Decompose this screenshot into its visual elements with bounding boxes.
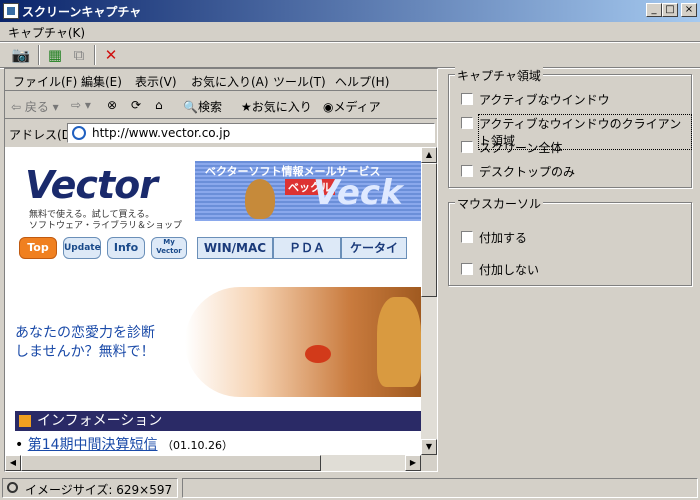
desktop-only-checkbox[interactable] — [461, 165, 473, 177]
browser-back: ⇦ 戻る ▾ — [11, 100, 59, 114]
nav-update: Update — [63, 237, 101, 259]
menu-separator — [0, 41, 700, 43]
site-tagline-sub: ソフトウェア・ライブラリ＆ショップ — [29, 221, 183, 231]
browser-refresh-icon: ⟳ — [131, 98, 142, 112]
camera-icon[interactable]: 📷 — [10, 45, 32, 65]
image-size-text: イメージサイズ: 629×597 — [25, 483, 173, 497]
active-window-label[interactable]: アクティブなウインドウ — [479, 91, 610, 108]
window-title: スクリーンキャプチャ — [22, 5, 142, 19]
info-title: インフォメーション — [37, 413, 163, 429]
scroll-left-button[interactable]: ◀ — [5, 455, 21, 471]
menu-bar: キャプチャ(K) — [0, 22, 700, 40]
browser-search: 🔍検索 — [183, 100, 222, 114]
client-area-checkbox[interactable] — [461, 117, 473, 129]
nav-my-vector: My Vector — [151, 237, 187, 259]
site-logo: Vector — [25, 163, 158, 207]
browser-menu-bar: ファイル(F) 編集(E) 表示(V) お気に入り(A) ツール(T) ヘルプ(… — [5, 69, 437, 91]
window-capture-icon[interactable]: ⧉ — [68, 45, 90, 65]
mascot-cat-icon-large — [377, 297, 421, 387]
browser-menu-view: 表示(V) — [135, 75, 177, 89]
browser-forward: ⇨ ▾ — [71, 98, 91, 112]
include-cursor-checkbox[interactable] — [461, 231, 473, 243]
nav-info: Info — [107, 237, 145, 259]
mail-service-banner: ベクターソフト情報メールサービス ベックル Veck — [195, 161, 421, 221]
close-button[interactable]: × — [681, 3, 697, 17]
mouse-cursor-title: マウスカーソル — [455, 195, 544, 212]
status-image-size-pane: イメージサイズ: 629×597 — [2, 478, 178, 498]
tab-win-mac: WIN/MAC — [197, 237, 273, 259]
preview-vertical-scrollbar[interactable]: ▲ ▼ — [421, 147, 437, 455]
promo-text-line1: あなたの恋愛力を診断 — [15, 325, 155, 341]
vertical-scroll-thumb[interactable] — [421, 163, 437, 297]
info-header: インフォメーション — [15, 411, 421, 431]
browser-favorites: ★お気に入り — [241, 100, 312, 114]
news-date: （01.10.26） — [162, 439, 233, 452]
magnifier-icon — [7, 482, 18, 493]
capture-area-group: キャプチャ領域 アクティブなウインドウ アクティブなウインドウのクライアント領域… — [448, 67, 692, 188]
globe-icon — [72, 126, 86, 140]
browser-address-bar: アドレス(D) http://www.vector.co.jp — [5, 121, 437, 145]
title-bar: スクリーンキャプチャ _ □ × — [0, 0, 700, 22]
exclude-cursor-label[interactable]: 付加しない — [479, 261, 539, 278]
preview-horizontal-scrollbar[interactable]: ◀ ▶ — [5, 455, 421, 471]
address-field: http://www.vector.co.jp — [67, 123, 435, 143]
tab-pda: ＰＤＡ — [273, 237, 341, 259]
capture-preview[interactable]: ファイル(F) 編集(E) 表示(V) お気に入り(A) ツール(T) ヘルプ(… — [4, 68, 438, 472]
full-screen-checkbox[interactable] — [461, 141, 473, 153]
browser-menu-file: ファイル(F) — [13, 75, 78, 89]
banner-logo: Veck — [313, 173, 403, 213]
exclude-cursor-checkbox[interactable] — [461, 263, 473, 275]
browser-menu-favorites: お気に入り(A) — [191, 75, 269, 89]
nav-top: Top — [19, 237, 57, 259]
minimize-button[interactable]: _ — [646, 3, 662, 17]
maximize-button[interactable]: □ — [662, 3, 678, 17]
browser-stop-icon: ⊗ — [107, 98, 118, 112]
address-url: http://www.vector.co.jp — [92, 126, 231, 140]
browser-toolbar: ⇦ 戻る ▾ ⇨ ▾ ⊗ ⟳ ⌂ 🔍検索 ★お気に入り ◉メディア — [5, 93, 437, 119]
app-icon — [3, 3, 19, 19]
browser-menu-tools: ツール(T) — [273, 75, 326, 89]
web-content: Vector 無料で使える。試して買える。 ソフトウェア・ライブラリ＆ショップ … — [5, 147, 421, 455]
browser-home-icon: ⌂ — [155, 98, 163, 112]
horizontal-scroll-thumb[interactable] — [21, 455, 321, 471]
status-bar: イメージサイズ: 629×597 — [0, 476, 700, 500]
browser-menu-edit: 編集(E) — [81, 75, 122, 89]
toolbar-separator — [38, 45, 40, 65]
promo-text-line2: しませんか？無料で！ — [15, 344, 155, 360]
scroll-up-button[interactable]: ▲ — [421, 147, 437, 163]
active-window-checkbox[interactable] — [461, 93, 473, 105]
mascot-cat-icon — [245, 179, 275, 219]
news-item: • 第14期中間決算短信 （01.10.26） — [15, 437, 233, 453]
tab-keitai: ケータイ — [341, 237, 407, 259]
menu-capture[interactable]: キャプチャ(K) — [8, 24, 85, 41]
select-region-icon[interactable]: ▦ — [44, 45, 66, 65]
full-screen-label[interactable]: スクリーン全体 — [479, 139, 562, 156]
mouse-cursor-group: マウスカーソル 付加する 付加しない — [448, 195, 692, 286]
status-pane-empty — [182, 478, 698, 498]
browser-menu-help: ヘルプ(H) — [335, 75, 390, 89]
browser-media: ◉メディア — [323, 100, 381, 114]
capture-area-title: キャプチャ領域 — [455, 67, 543, 84]
desktop-only-label[interactable]: デスクトップのみ — [479, 163, 575, 180]
news-link: 第14期中間決算短信 — [27, 437, 158, 453]
scroll-right-button[interactable]: ▶ — [405, 455, 421, 471]
toolbar-separator — [94, 45, 96, 65]
delete-icon[interactable]: ✕ — [100, 45, 122, 65]
info-square-icon — [19, 415, 31, 427]
address-label: アドレス(D) — [9, 128, 76, 142]
scroll-down-button[interactable]: ▼ — [421, 439, 437, 455]
fire-graphic — [305, 345, 331, 363]
include-cursor-label[interactable]: 付加する — [479, 229, 527, 246]
